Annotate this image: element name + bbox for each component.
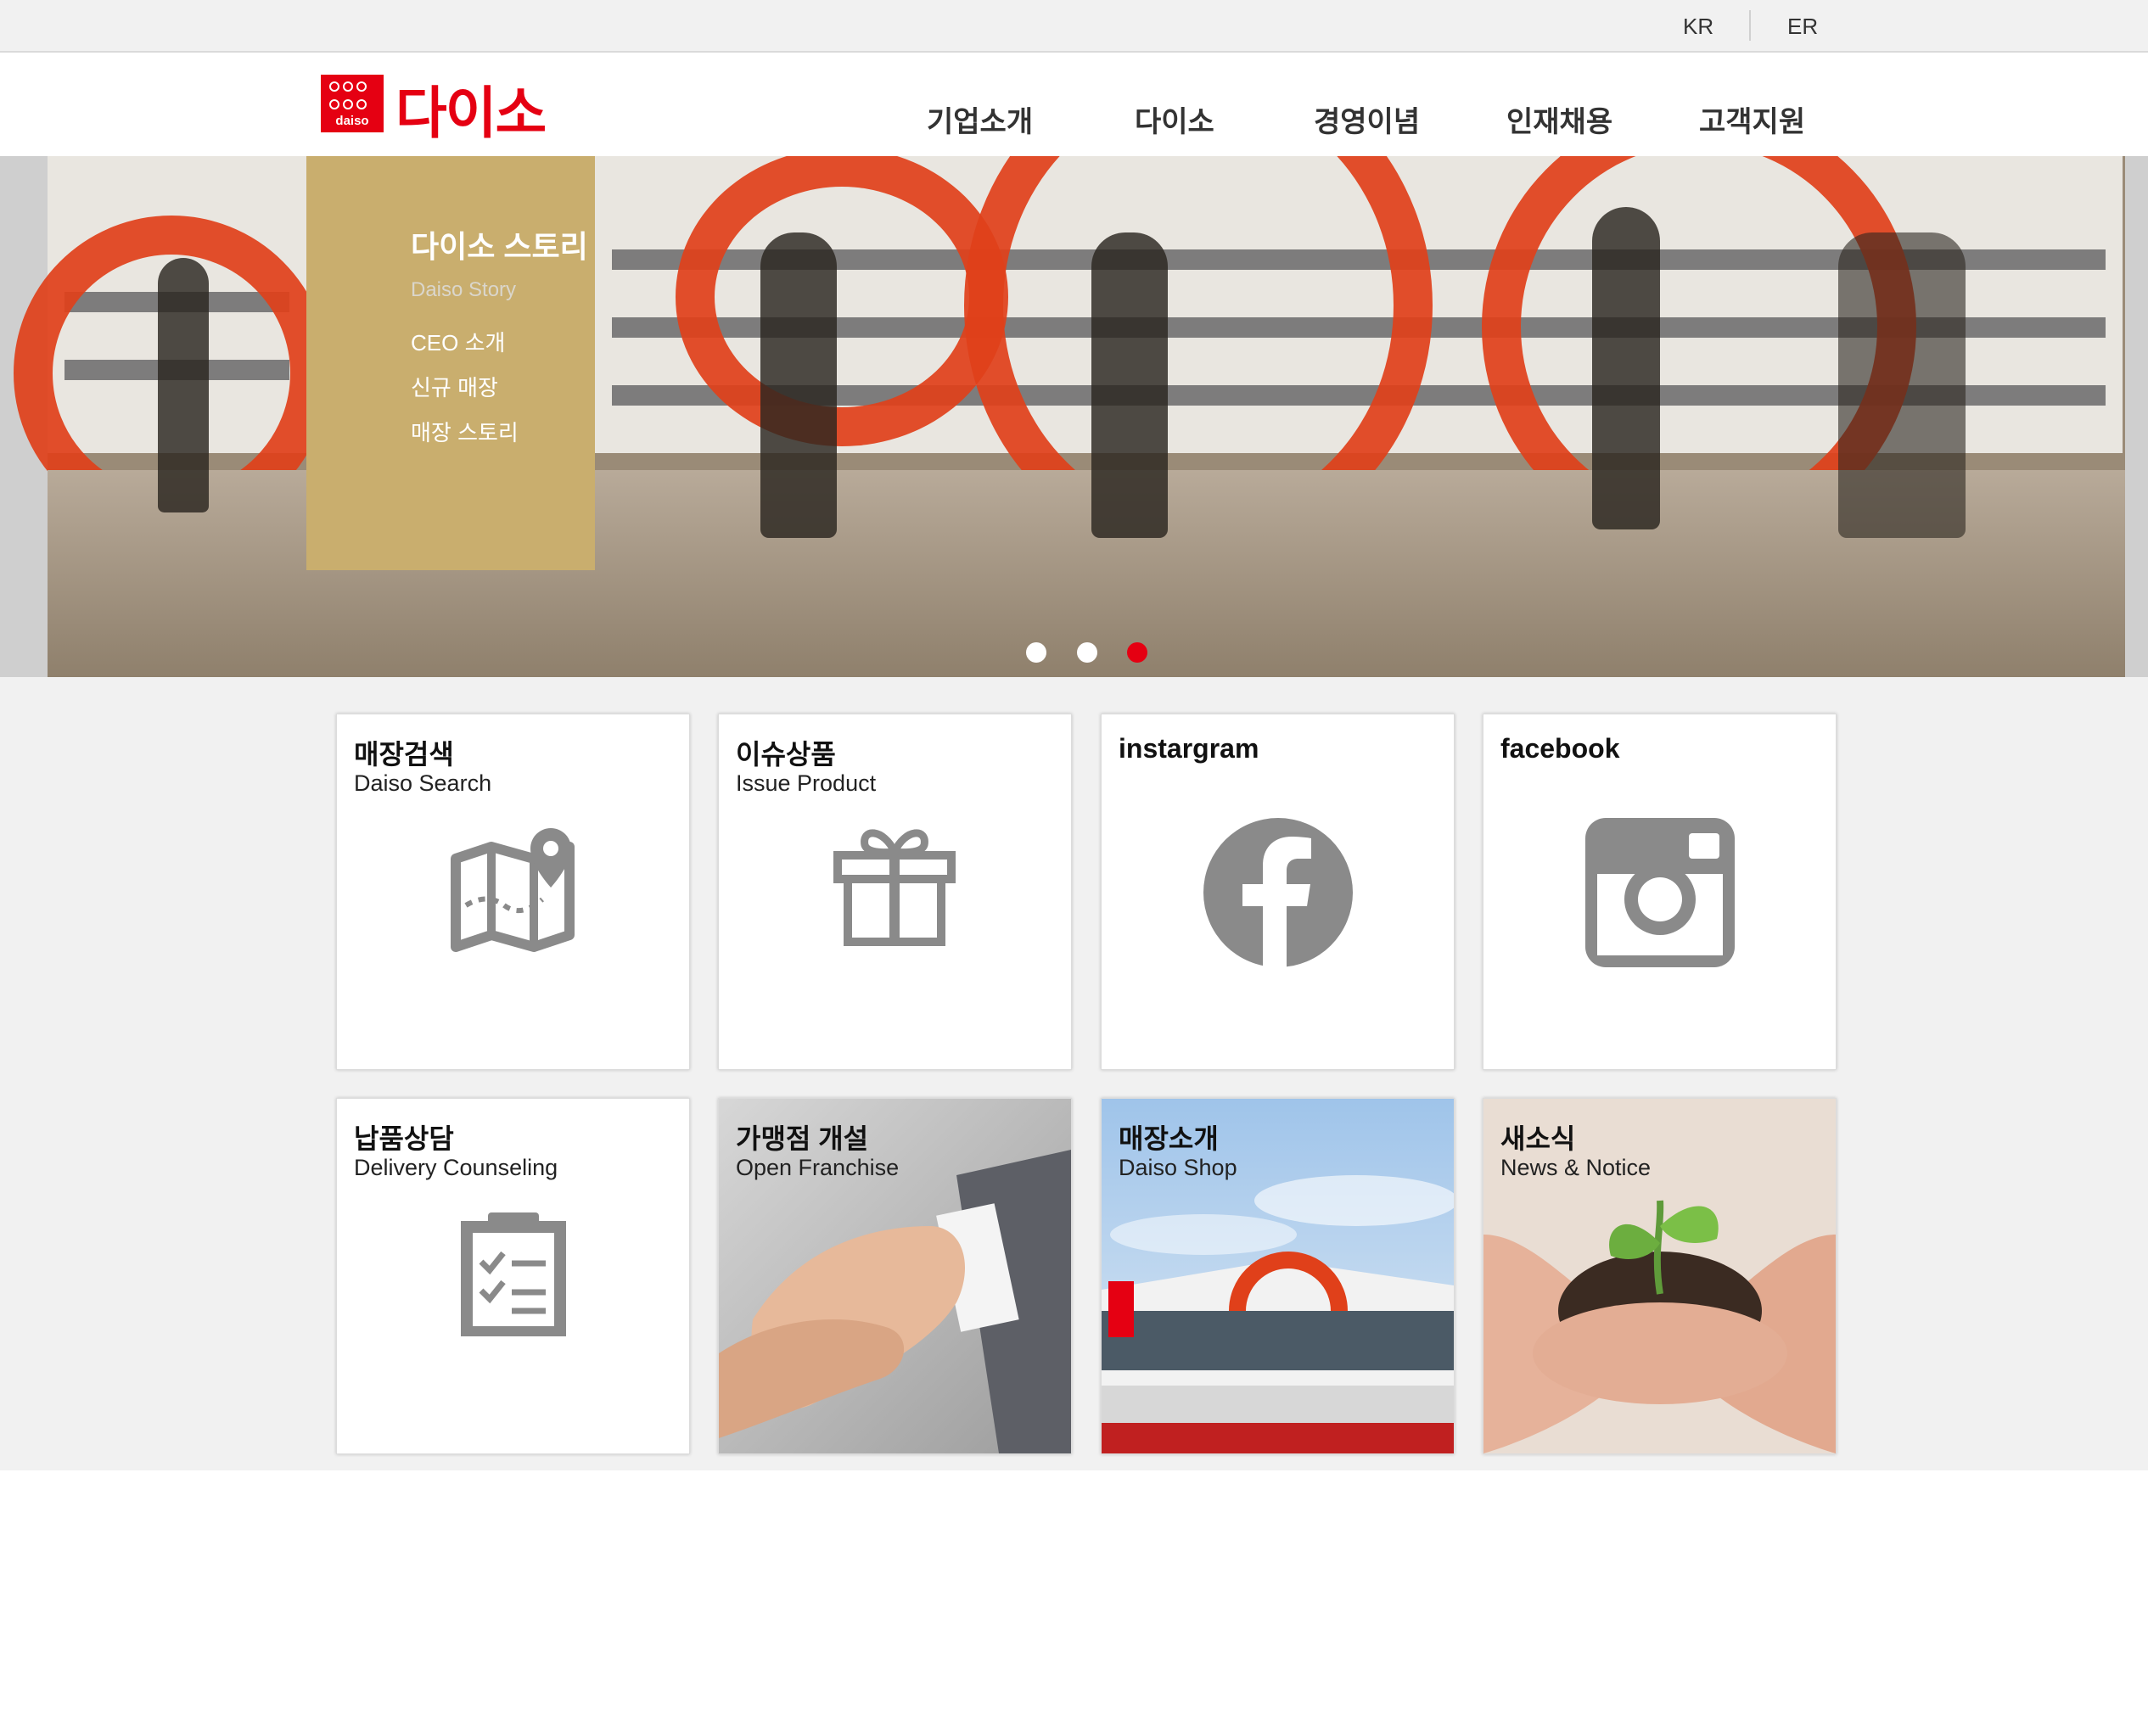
instagram-icon xyxy=(1585,818,1735,967)
hero-title: 다이소 스토리 xyxy=(411,229,588,264)
card-title: 가맹점 개설 xyxy=(736,1123,869,1154)
nav-item-company[interactable]: 기업소개 xyxy=(927,98,1033,140)
lang-en-link[interactable]: ER xyxy=(1787,0,1818,51)
logo-mark-text: daiso xyxy=(335,114,369,128)
card-title: 납품상담 xyxy=(354,1123,454,1154)
card-subtitle: Daiso Shop xyxy=(1119,1155,1237,1180)
site-header: daiso 다이소 기업소개 다이소 경영이념 인재채용 고객지원 xyxy=(0,53,2148,156)
card-delivery-counseling[interactable]: 납품상담 Delivery Counseling xyxy=(336,1098,690,1454)
hero-subtitle: Daiso Story xyxy=(411,278,517,301)
hero-link-store-story[interactable]: 매장 스토리 xyxy=(411,416,588,447)
gift-icon xyxy=(833,829,956,946)
card-news-notice[interactable]: 새소식 News & Notice xyxy=(1483,1098,1837,1454)
card-title: instargram xyxy=(1119,733,1259,764)
hero-store-photo: 다이소 스토리 Daiso Story CEO 소개 신규 매장 매장 스토리 xyxy=(14,156,2125,677)
nav-item-recruit[interactable]: 인재채용 xyxy=(1506,98,1612,140)
map-pin-icon xyxy=(451,828,575,952)
card-store-search[interactable]: 매장검색 Daiso Search xyxy=(336,714,690,1070)
card-title: 매장소개 xyxy=(1119,1123,1219,1154)
card-title: 이슈상품 xyxy=(736,739,836,770)
nav-item-philosophy[interactable]: 경영이념 xyxy=(1314,98,1420,140)
hero-link-new-store[interactable]: 신규 매장 xyxy=(411,371,588,402)
card-title: facebook xyxy=(1500,733,1620,764)
card-subtitle: Issue Product xyxy=(736,770,877,796)
hero-link-ceo[interactable]: CEO 소개 xyxy=(411,326,588,357)
card-instagram-link[interactable]: instargram xyxy=(1101,714,1455,1070)
hero-slider: 다이소 스토리 Daiso Story CEO 소개 신규 매장 매장 스토리 xyxy=(0,156,2148,677)
card-title: 매장검색 xyxy=(354,739,454,770)
card-subtitle: News & Notice xyxy=(1500,1155,1652,1180)
logo-text[interactable]: 다이소 xyxy=(395,68,547,149)
card-title: 새소식 xyxy=(1500,1123,1576,1154)
card-daiso-shop[interactable]: 매장소개 Daiso Shop xyxy=(1101,1098,1455,1454)
card-subtitle: Delivery Counseling xyxy=(354,1155,558,1180)
nav-item-daiso[interactable]: 다이소 xyxy=(1135,98,1214,140)
card-issue-product[interactable]: 이슈상품 Issue Product xyxy=(718,714,1072,1070)
card-subtitle: Daiso Search xyxy=(354,770,492,796)
language-bar: KR ER xyxy=(0,0,2148,53)
card-facebook-link[interactable]: facebook xyxy=(1483,714,1837,1070)
lang-divider xyxy=(1749,10,1751,41)
card-subtitle: Open Franchise xyxy=(736,1155,900,1180)
clipboard-checklist-icon xyxy=(461,1212,566,1336)
slider-dot-2[interactable] xyxy=(1077,642,1097,663)
slider-dot-1[interactable] xyxy=(1026,642,1046,663)
quick-link-grid: 매장검색 Daiso Search 이슈상품 Issue Product ins… xyxy=(0,677,2148,1470)
nav-item-support[interactable]: 고객지원 xyxy=(1699,98,1805,140)
facebook-icon xyxy=(1203,818,1353,967)
hero-menu: 다이소 스토리 Daiso Story CEO 소개 신규 매장 매장 스토리 xyxy=(411,222,588,447)
slider-dot-3[interactable] xyxy=(1127,642,1147,663)
daiso-logo-icon[interactable]: daiso xyxy=(321,75,384,132)
card-open-franchise[interactable]: 가맹점 개설 Open Franchise xyxy=(718,1098,1072,1454)
lang-kr-link[interactable]: KR xyxy=(1683,0,1713,51)
